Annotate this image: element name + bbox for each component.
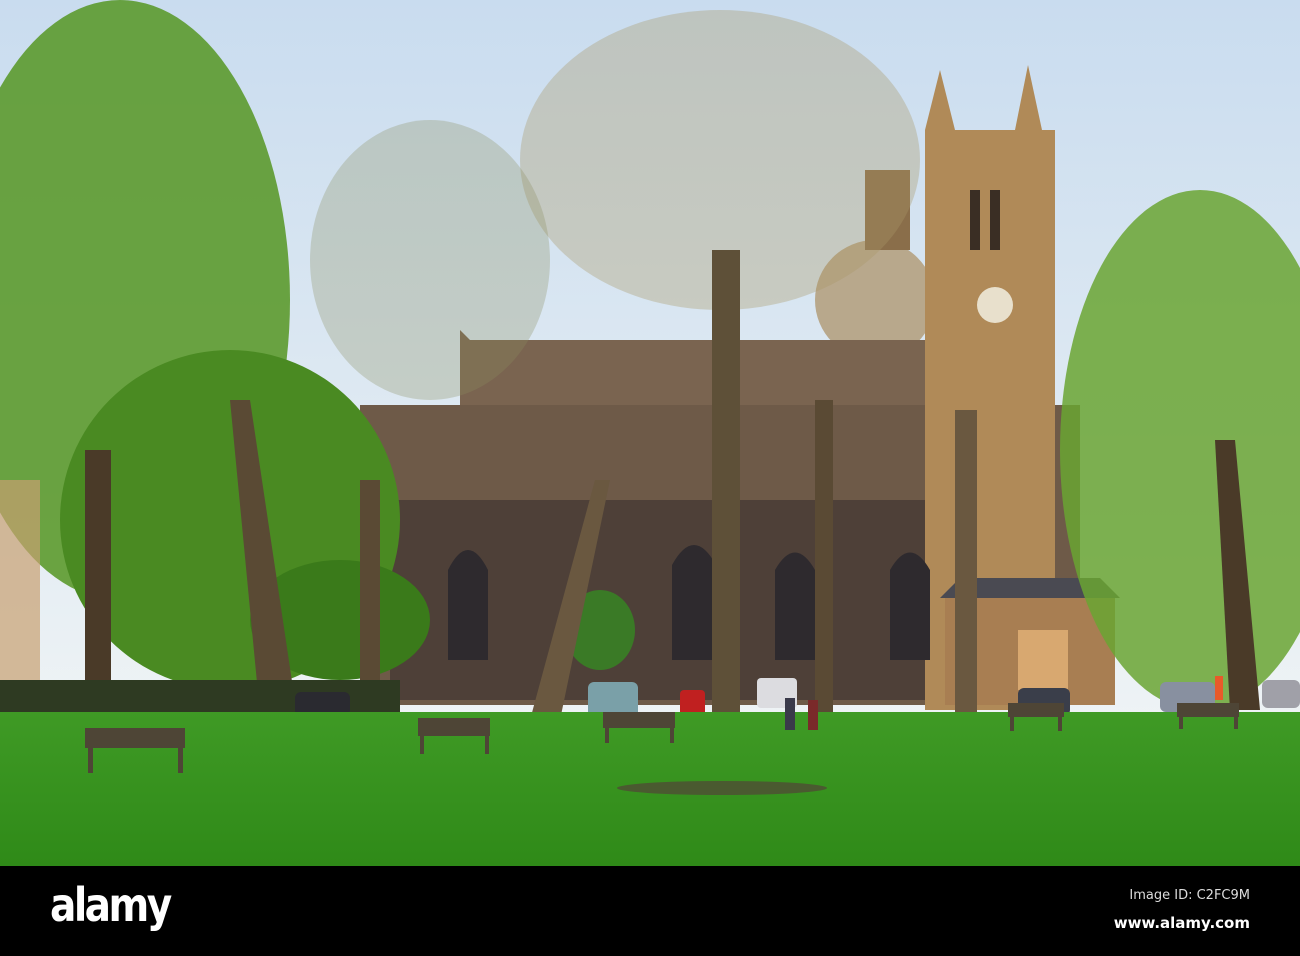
park-church-photo [0,0,1300,866]
bare-patch [617,781,827,795]
stock-photo: alamy Image ID: C2FC9M www.alamy.com [0,0,1300,956]
alamy-logo: alamy [50,878,172,932]
clock [977,287,1013,323]
website-link[interactable]: www.alamy.com [1114,914,1250,932]
image-id: Image ID: C2FC9M [1129,888,1250,903]
watermark-footer [0,866,1300,956]
